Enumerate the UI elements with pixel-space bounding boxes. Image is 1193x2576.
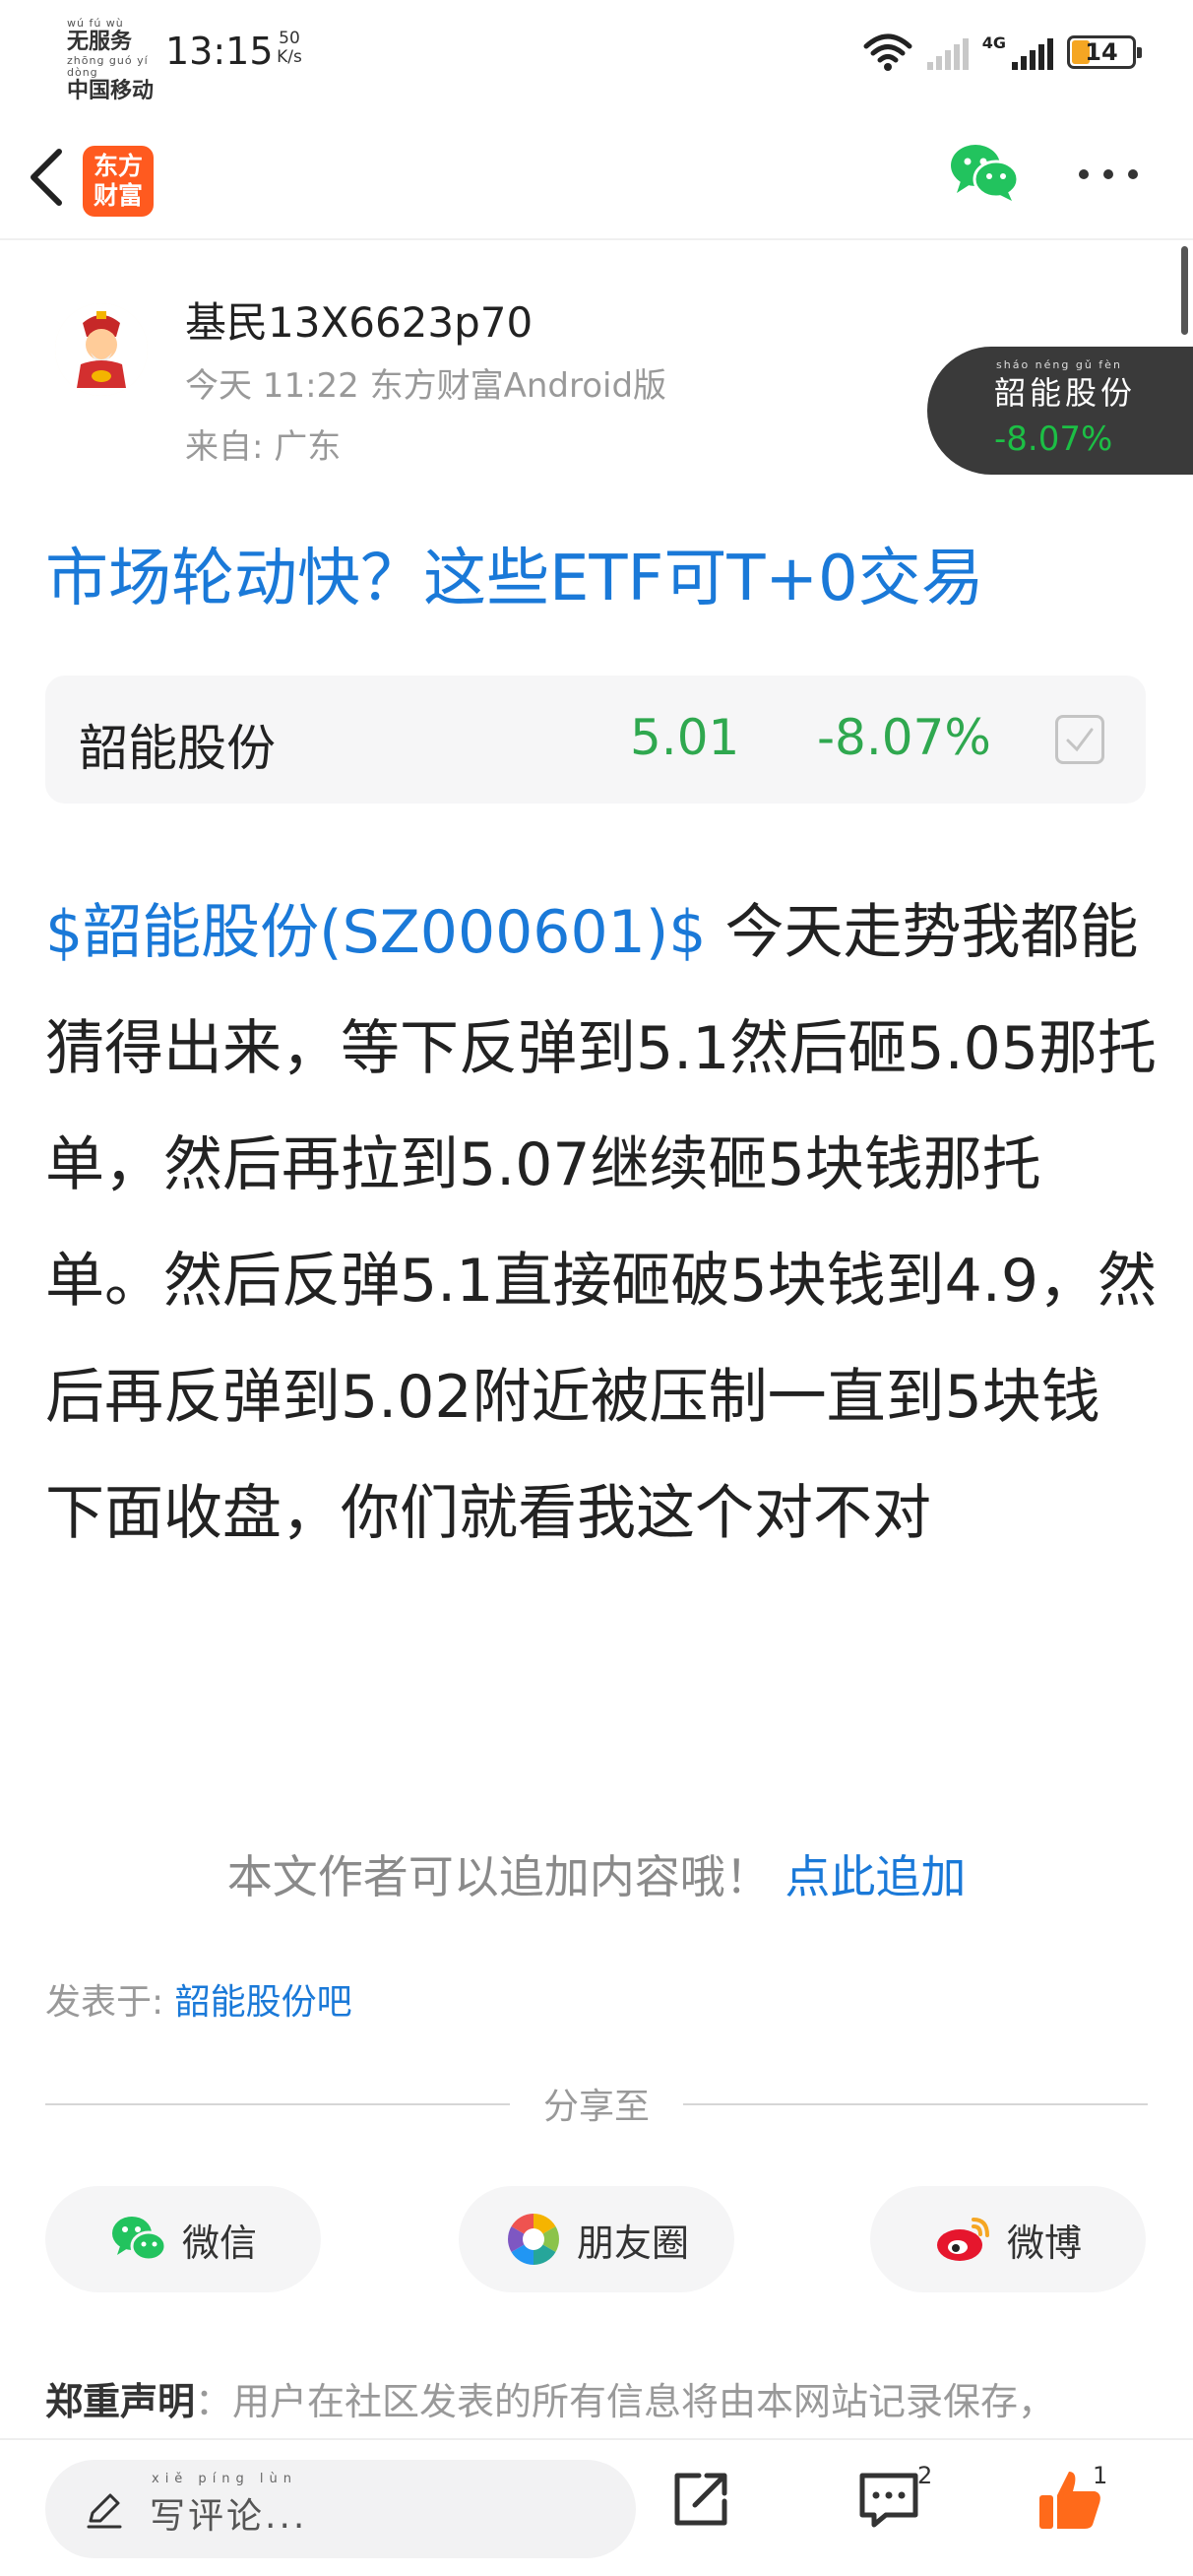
wechat-icon [111, 2217, 167, 2262]
carrier-line-2: 中国移动 [67, 79, 155, 103]
check-icon[interactable] [1055, 715, 1104, 764]
app-logo[interactable]: 东方 财富 [83, 146, 154, 217]
append-link[interactable]: 点此追加 [785, 1850, 966, 1903]
carrier-info: wú fú wù 无服务 zhōng guó yí dòng 中国移动 [67, 18, 165, 104]
stock-card-name: 韶能股份 [79, 720, 276, 777]
posted-in-bar-link[interactable]: 韶能股份吧 [175, 1982, 352, 2023]
more-icon[interactable] [1079, 169, 1138, 183]
post-meta: 今天 11:22 东方财富Android版 [185, 366, 667, 406]
pill-stock-change: -8.07% [994, 419, 1113, 459]
pill-stock-name: 韶能股份 [994, 374, 1137, 412]
floating-stock-pill[interactable]: sháo néng gǔ fèn 韶能股份 -8.07% [927, 347, 1193, 475]
status-bar: wú fú wù 无服务 zhōng guó yí dòng 中国移动 13:1… [0, 0, 1193, 106]
battery-icon: 14 [1067, 35, 1142, 69]
post-title[interactable]: 市场轮动快？这些ETF可T+0交易 [45, 528, 984, 618]
stock-card[interactable]: 韶能股份 5.01 -8.07% [45, 676, 1146, 804]
disclaimer: 郑重声明：用户在社区发表的所有信息将由本网站记录保存， [45, 2371, 1167, 2425]
post-location: 来自: 广东 [185, 427, 342, 467]
like-count: 1 [1093, 2462, 1108, 2489]
comment-placeholder: 写评论... [150, 2496, 308, 2537]
comment-icon[interactable] [856, 2470, 921, 2531]
disclaimer-head: 郑重声明 [45, 2380, 196, 2423]
avatar-image [55, 303, 148, 396]
battery-level: 14 [1085, 38, 1118, 66]
wechat-icon[interactable] [949, 140, 1020, 203]
share-wechat-label: 微信 [181, 2221, 257, 2265]
post-body-text: 今天走势我都能猜得出来，等下反弹到5.1然后砸5.05那托单，然后再拉到5.07… [45, 898, 1158, 1548]
share-weibo-label: 微博 [1006, 2221, 1082, 2265]
scrollbar[interactable] [1181, 246, 1188, 335]
posted-in-label: 发表于: [45, 1982, 175, 2023]
status-time: 13:15 [165, 30, 274, 73]
share-divider-left [45, 2103, 510, 2105]
nav-divider [0, 238, 1193, 240]
append-row: 本文作者可以追加内容哦！ 点此追加 [0, 1841, 1193, 1906]
comment-pinyin: xiě píng lùn [152, 2472, 298, 2486]
network-type: 4G [981, 32, 1006, 52]
author-name[interactable]: 基民13X6623p70 [185, 290, 533, 350]
share-wechat-button[interactable]: 微信 [45, 2186, 321, 2292]
share-moments-label: 朋友圈 [576, 2221, 689, 2265]
carrier-pinyin-1: wú fú wù [67, 17, 124, 30]
share-divider-right [683, 2103, 1148, 2105]
share-icon[interactable] [669, 2468, 732, 2531]
share-label: 分享至 [542, 2087, 650, 2127]
append-hint: 本文作者可以追加内容哦！ [226, 1850, 771, 1903]
posted-in: 发表于: 韶能股份吧 [45, 1973, 352, 2025]
stock-link[interactable]: $韶能股份(SZ000601)$ [45, 898, 706, 967]
comment-input[interactable]: xiě píng lùn 写评论... [45, 2460, 636, 2558]
app-logo-line1: 东方 [93, 152, 143, 180]
edit-icon [87, 2493, 122, 2529]
back-icon[interactable] [24, 146, 73, 209]
carrier-line-1: 无服务 [67, 30, 133, 54]
signal-icon-sim2 [1012, 34, 1053, 70]
nav-bar: 东方 财富 [0, 118, 1193, 236]
share-weibo-button[interactable]: 微博 [870, 2186, 1146, 2292]
avatar[interactable] [55, 303, 148, 396]
disclaimer-text: ：用户在社区发表的所有信息将由本网站记录保存， [195, 2380, 1056, 2423]
net-speed-unit: K/s [277, 47, 302, 67]
net-speed: 50 K/s [270, 30, 309, 67]
status-icons: 4G 14 [862, 28, 1142, 77]
moments-icon [508, 2214, 559, 2265]
comment-count: 2 [917, 2462, 933, 2489]
stock-card-change: -8.07% [817, 709, 991, 766]
post-body: $韶能股份(SZ000601)$ 今天走势我都能猜得出来，等下反弹到5.1然后砸… [45, 874, 1158, 1572]
carrier-pinyin-2: zhōng guó yí dòng [67, 54, 149, 79]
share-moments-button[interactable]: 朋友圈 [459, 2186, 734, 2292]
app-logo-line2: 财富 [93, 181, 143, 210]
more-dot [1103, 169, 1113, 179]
bottom-bar: xiě píng lùn 写评论... 2 1 [0, 2438, 1193, 2576]
check-mark [1066, 728, 1094, 752]
net-speed-value: 50 [279, 29, 300, 48]
more-dot [1079, 169, 1089, 179]
stock-card-price: 5.01 [630, 709, 740, 766]
wifi-icon [863, 33, 912, 71]
weibo-icon [936, 2218, 989, 2261]
signal-icon-sim1 [926, 34, 969, 70]
more-dot [1128, 169, 1138, 179]
